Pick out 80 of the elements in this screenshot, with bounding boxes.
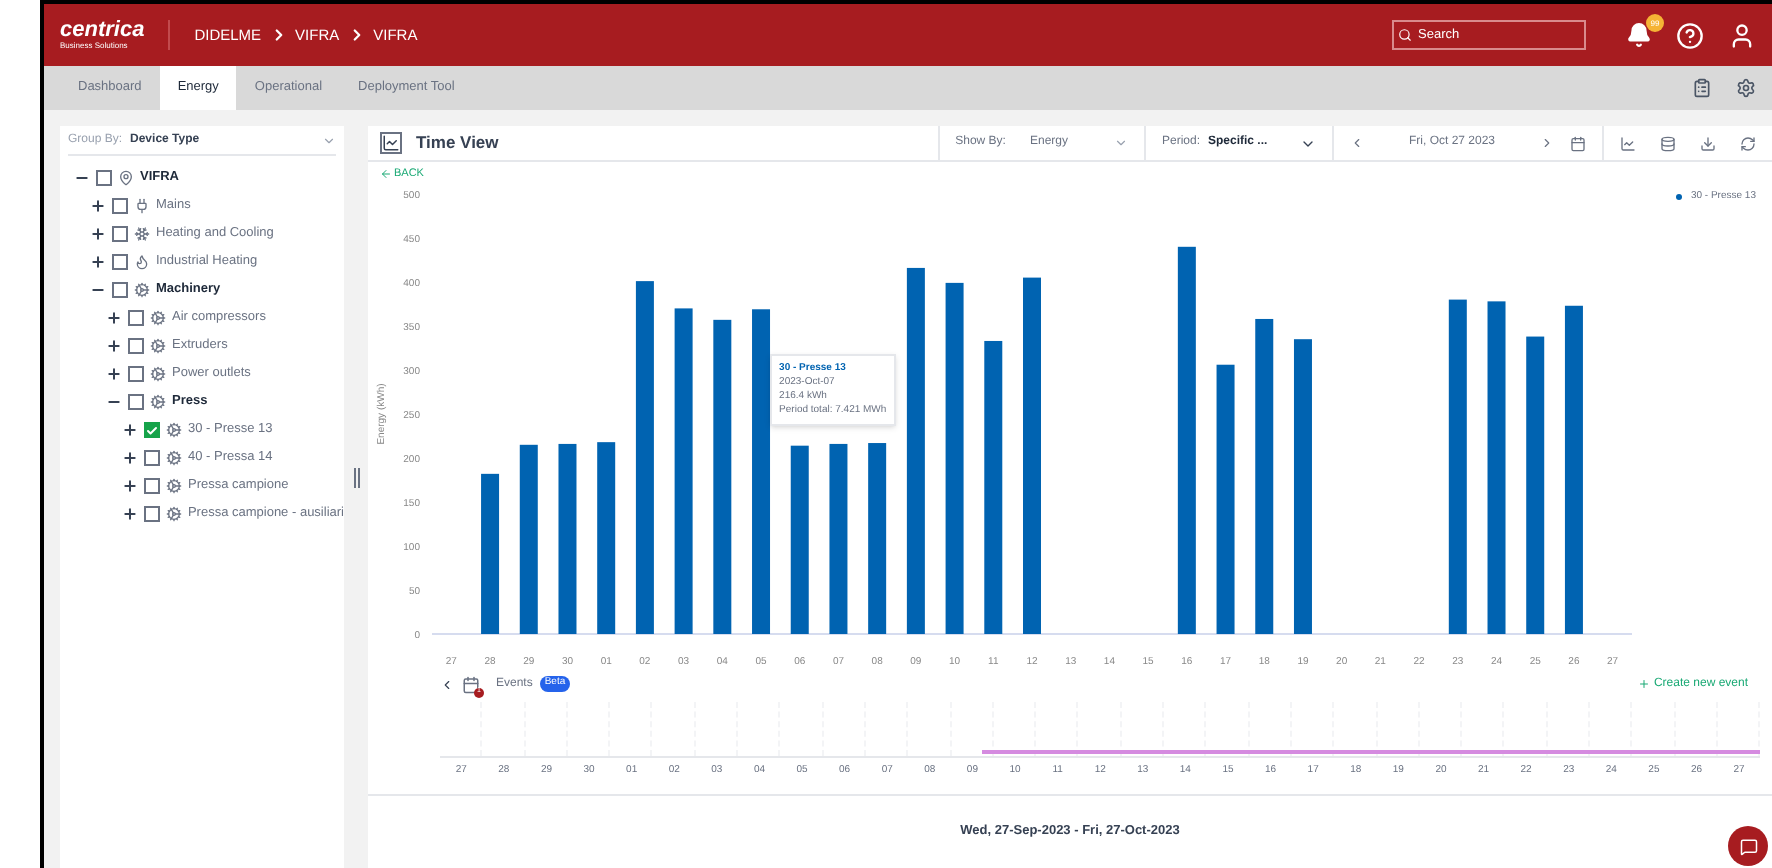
user-icon[interactable]	[1728, 21, 1756, 49]
bar[interactable]	[713, 318, 732, 633]
gears-icon	[150, 366, 166, 382]
logo[interactable]: centrica	[60, 20, 145, 42]
expand-icon[interactable]	[90, 226, 106, 242]
bar[interactable]	[906, 266, 925, 633]
expand-icon[interactable]	[122, 450, 138, 466]
bar[interactable]	[1448, 298, 1467, 633]
expand-icon[interactable]	[122, 478, 138, 494]
tree-checkbox[interactable]	[128, 394, 144, 410]
bar[interactable]	[790, 444, 809, 633]
bar[interactable]	[1293, 338, 1312, 633]
expand-icon[interactable]	[106, 338, 122, 354]
next-icon[interactable]	[1540, 136, 1554, 150]
bell-icon[interactable]	[1626, 22, 1652, 48]
gears-icon	[150, 394, 166, 410]
bar[interactable]	[1255, 317, 1274, 633]
previous-icon[interactable]	[1350, 136, 1364, 150]
bar[interactable]	[1216, 363, 1235, 633]
gears-icon	[150, 310, 166, 326]
bar[interactable]	[674, 307, 693, 633]
bar[interactable]	[519, 443, 538, 633]
clipboard-icon[interactable]	[1692, 78, 1712, 98]
expand-icon[interactable]	[122, 506, 138, 522]
snowflake-icon	[134, 226, 150, 242]
bar[interactable]	[752, 308, 771, 633]
refresh-icon[interactable]	[1740, 135, 1756, 151]
tree-checkbox[interactable]	[112, 226, 128, 242]
bar[interactable]	[945, 281, 964, 633]
expand-icon[interactable]	[106, 310, 122, 326]
gears-icon	[166, 422, 182, 438]
panel-title: Time View	[416, 130, 501, 156]
tree-checkbox[interactable]	[112, 282, 128, 298]
tree-checkbox[interactable]	[144, 450, 160, 466]
tree-checkbox[interactable]	[112, 198, 128, 214]
tree-checkbox[interactable]	[128, 366, 144, 382]
search-icon	[1398, 28, 1412, 42]
tree-checkbox[interactable]	[128, 310, 144, 326]
gears-icon	[134, 282, 150, 298]
tree-checkbox[interactable]	[112, 254, 128, 270]
download-icon[interactable]	[1700, 135, 1716, 151]
bar[interactable]	[829, 442, 848, 633]
expand-icon[interactable]	[90, 198, 106, 214]
bar[interactable]	[868, 442, 887, 633]
flame-icon	[134, 254, 150, 270]
pin-icon	[118, 170, 134, 186]
tree-checkbox[interactable]	[96, 170, 112, 186]
arrow-left-icon	[380, 168, 392, 181]
bar[interactable]	[597, 441, 616, 633]
chart-type-icon[interactable]	[1620, 135, 1636, 151]
line-chart-icon	[380, 132, 402, 154]
expand-icon[interactable]	[106, 366, 122, 382]
database-icon[interactable]	[1660, 135, 1676, 151]
tree-checkbox[interactable]	[143, 506, 160, 522]
collapse-icon[interactable]	[440, 677, 454, 691]
tree-checkbox[interactable]	[144, 478, 160, 494]
tree-checkbox[interactable]	[128, 338, 144, 354]
gears-icon	[150, 338, 166, 354]
plug-icon	[134, 198, 150, 214]
expand-icon[interactable]	[122, 422, 138, 438]
help-icon[interactable]	[1676, 21, 1704, 49]
gears-icon	[166, 478, 182, 494]
gears-icon	[165, 506, 182, 522]
chat-button[interactable]	[1728, 826, 1768, 866]
bar[interactable]	[1564, 304, 1583, 633]
expand-icon[interactable]	[90, 254, 106, 270]
plus-icon	[1637, 678, 1650, 690]
tree-checkbox[interactable]	[144, 422, 160, 438]
bar[interactable]	[635, 280, 654, 633]
bar[interactable]	[1487, 300, 1506, 633]
settings-icon[interactable]	[1736, 78, 1756, 98]
bar[interactable]	[1526, 335, 1545, 633]
bar[interactable]	[1177, 245, 1196, 633]
chat-icon	[1739, 837, 1757, 855]
bar[interactable]	[558, 442, 577, 633]
calendar-icon[interactable]	[1570, 135, 1586, 151]
gears-icon	[166, 450, 182, 466]
bar[interactable]	[984, 339, 1003, 633]
bar[interactable]	[481, 472, 500, 633]
splitter-handle[interactable]	[353, 467, 359, 487]
